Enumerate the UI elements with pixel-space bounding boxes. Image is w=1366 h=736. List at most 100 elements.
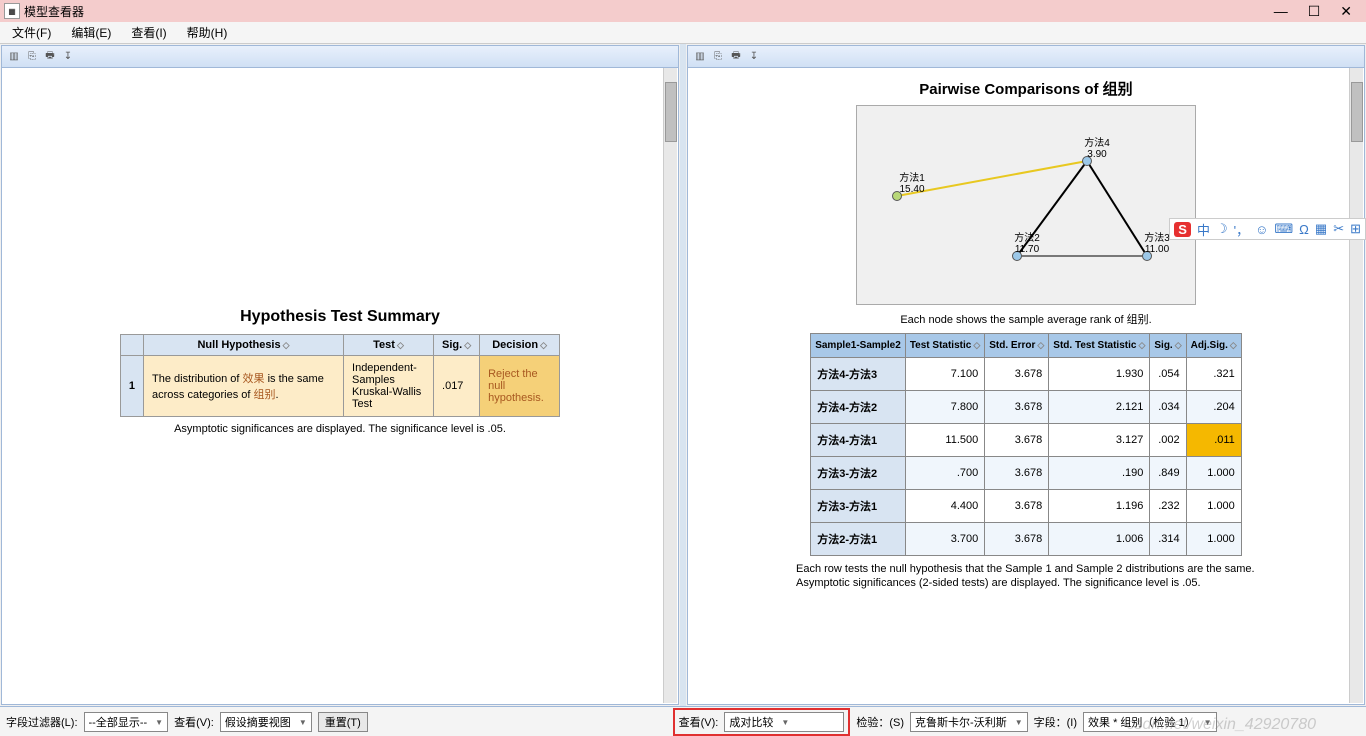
chart-note: Each node shows the sample average rank … <box>698 311 1354 327</box>
cell-sig: .232 <box>1150 490 1186 523</box>
ime-keyboard-icon[interactable]: ⌨ <box>1274 221 1293 237</box>
ime-punct-icon[interactable]: '， <box>1234 220 1249 239</box>
cell-sig: .054 <box>1150 358 1186 391</box>
test-label: 检验：(S) <box>856 714 904 730</box>
right-scrollbar[interactable] <box>1349 68 1363 703</box>
ime-emoji-icon[interactable]: ☺ <box>1255 222 1268 237</box>
pcol-adj[interactable]: Adj.Sig. <box>1186 334 1241 358</box>
view-label: 查看(V): <box>174 714 214 730</box>
copy-icon[interactable]: ⎘ <box>24 49 40 65</box>
pcol-pair[interactable]: Sample1-Sample2 <box>811 334 906 358</box>
cell-adj: .321 <box>1186 358 1241 391</box>
filter-label: 字段过滤器(L): <box>6 714 78 730</box>
row-null: The distribution of 效果 is the same acros… <box>144 356 344 417</box>
left-scrollbar[interactable] <box>663 68 677 703</box>
cell-pair: 方法4-方法3 <box>811 358 906 391</box>
cell-stat: 3.700 <box>905 523 984 556</box>
pcol-se[interactable]: Std. Error <box>985 334 1049 358</box>
chart-icon[interactable]: ▥ <box>692 49 708 65</box>
row-sig: .017 <box>434 356 480 417</box>
cell-se: 3.678 <box>985 490 1049 523</box>
copy-icon[interactable]: ⎘ <box>710 49 726 65</box>
pairwise-foot: Each row tests the null hypothesis that … <box>796 562 1256 591</box>
ime-crop-icon[interactable]: ✂ <box>1333 221 1344 237</box>
reset-button[interactable]: 重置(T) <box>318 712 368 732</box>
cell-pair: 方法3-方法1 <box>811 490 906 523</box>
right-toolbar: ▥ ⎘ 🖶 ↧ <box>688 46 1364 68</box>
ime-grid-icon[interactable]: ⊞ <box>1350 221 1361 237</box>
print-icon[interactable]: 🖶 <box>42 49 58 65</box>
col-sig[interactable]: Sig. <box>434 335 480 356</box>
pairwise-table: Sample1-Sample2 Test Statistic Std. Erro… <box>810 333 1242 556</box>
ime-toolbar[interactable]: S 中 ☽ '， ☺ ⌨ Ω ▦ ✂ ⊞ <box>1169 218 1366 240</box>
right-pane: ▥ ⎘ 🖶 ↧ Pairwise Comparisons of 组别 方法115… <box>687 45 1365 705</box>
table-row[interactable]: 方法4-方法27.8003.6782.121.034.204 <box>811 391 1242 424</box>
cell-std: 2.121 <box>1049 391 1150 424</box>
col-test[interactable]: Test <box>344 335 434 356</box>
menu-view[interactable]: 查看(I) <box>123 22 174 43</box>
maximize-button[interactable]: ☐ <box>1308 3 1321 20</box>
close-button[interactable]: ✕ <box>1340 3 1352 20</box>
pcol-stat[interactable]: Test Statistic <box>905 334 984 358</box>
row-decision: Reject the null hypothesis. <box>480 356 560 417</box>
left-pane: ▥ ⎘ 🖶 ↧ Hypothesis Test Summary Null Hyp… <box>1 45 679 705</box>
cell-pair: 方法2-方法1 <box>811 523 906 556</box>
pairwise-chart: 方法115.40 方法43.90 方法211.70 方法311.00 <box>856 105 1196 305</box>
app-icon: ▦ <box>4 3 20 19</box>
test-select[interactable]: 克鲁斯卡尔-沃利斯 <box>910 712 1028 732</box>
view-select-r[interactable]: 成对比较 <box>724 712 844 732</box>
cell-adj: .011 <box>1186 424 1241 457</box>
cell-pair: 方法4-方法1 <box>811 424 906 457</box>
ime-lang-icon[interactable]: 中 <box>1197 220 1210 239</box>
pcol-std[interactable]: Std. Test Statistic <box>1049 334 1150 358</box>
cell-stat: 7.800 <box>905 391 984 424</box>
table-row[interactable]: 方法3-方法2.7003.678.190.8491.000 <box>811 457 1242 490</box>
cell-se: 3.678 <box>985 457 1049 490</box>
ime-omega-icon[interactable]: Ω <box>1299 222 1309 237</box>
print-icon[interactable]: 🖶 <box>728 49 744 65</box>
menu-edit[interactable]: 编辑(E) <box>63 22 119 43</box>
left-toolbar: ▥ ⎘ 🖶 ↧ <box>2 46 678 68</box>
field-label: 字段：(I) <box>1034 714 1077 730</box>
table-row[interactable]: 1 The distribution of 效果 is the same acr… <box>120 356 559 417</box>
cell-sig: .849 <box>1150 457 1186 490</box>
cell-pair: 方法4-方法2 <box>811 391 906 424</box>
row-idx: 1 <box>120 356 143 417</box>
col-idx[interactable] <box>120 335 143 356</box>
cell-adj: 1.000 <box>1186 523 1241 556</box>
ime-box-icon[interactable]: ▦ <box>1315 221 1327 237</box>
ime-logo-icon: S <box>1174 222 1191 237</box>
cell-adj: 1.000 <box>1186 490 1241 523</box>
table-row[interactable]: 方法4-方法37.1003.6781.930.054.321 <box>811 358 1242 391</box>
cell-std: .190 <box>1049 457 1150 490</box>
table-row[interactable]: 方法4-方法111.5003.6783.127.002.011 <box>811 424 1242 457</box>
col-decision[interactable]: Decision <box>480 335 560 356</box>
pivot-icon[interactable]: ↧ <box>746 49 762 65</box>
cell-sig: .002 <box>1150 424 1186 457</box>
col-null[interactable]: Null Hypothesis <box>144 335 344 356</box>
cell-se: 3.678 <box>985 391 1049 424</box>
menu-bar: 文件(F) 编辑(E) 查看(I) 帮助(H) <box>0 22 1366 44</box>
pivot-icon[interactable]: ↧ <box>60 49 76 65</box>
cell-stat: 4.400 <box>905 490 984 523</box>
view-label-r: 查看(V): <box>679 714 719 730</box>
cell-stat: .700 <box>905 457 984 490</box>
menu-help[interactable]: 帮助(H) <box>179 22 236 43</box>
ime-moon-icon[interactable]: ☽ <box>1216 221 1228 237</box>
split-divider[interactable] <box>680 44 686 706</box>
pairwise-title: Pairwise Comparisons of 组别 <box>698 78 1354 99</box>
cell-stat: 11.500 <box>905 424 984 457</box>
filter-select[interactable]: --全部显示-- <box>84 712 169 732</box>
table-row[interactable]: 方法2-方法13.7003.6781.006.3141.000 <box>811 523 1242 556</box>
view-select[interactable]: 假设摘要视图 <box>220 712 312 732</box>
menu-file[interactable]: 文件(F) <box>4 22 59 43</box>
window-title: 模型查看器 <box>24 3 84 20</box>
cell-pair: 方法3-方法2 <box>811 457 906 490</box>
cell-sig: .034 <box>1150 391 1186 424</box>
pcol-sig[interactable]: Sig. <box>1150 334 1186 358</box>
chart-icon[interactable]: ▥ <box>6 49 22 65</box>
minimize-button[interactable]: — <box>1274 3 1288 20</box>
table-row[interactable]: 方法3-方法14.4003.6781.196.2321.000 <box>811 490 1242 523</box>
watermark: csdn.net/weixin_42920780 <box>1127 716 1316 734</box>
cell-stat: 7.100 <box>905 358 984 391</box>
